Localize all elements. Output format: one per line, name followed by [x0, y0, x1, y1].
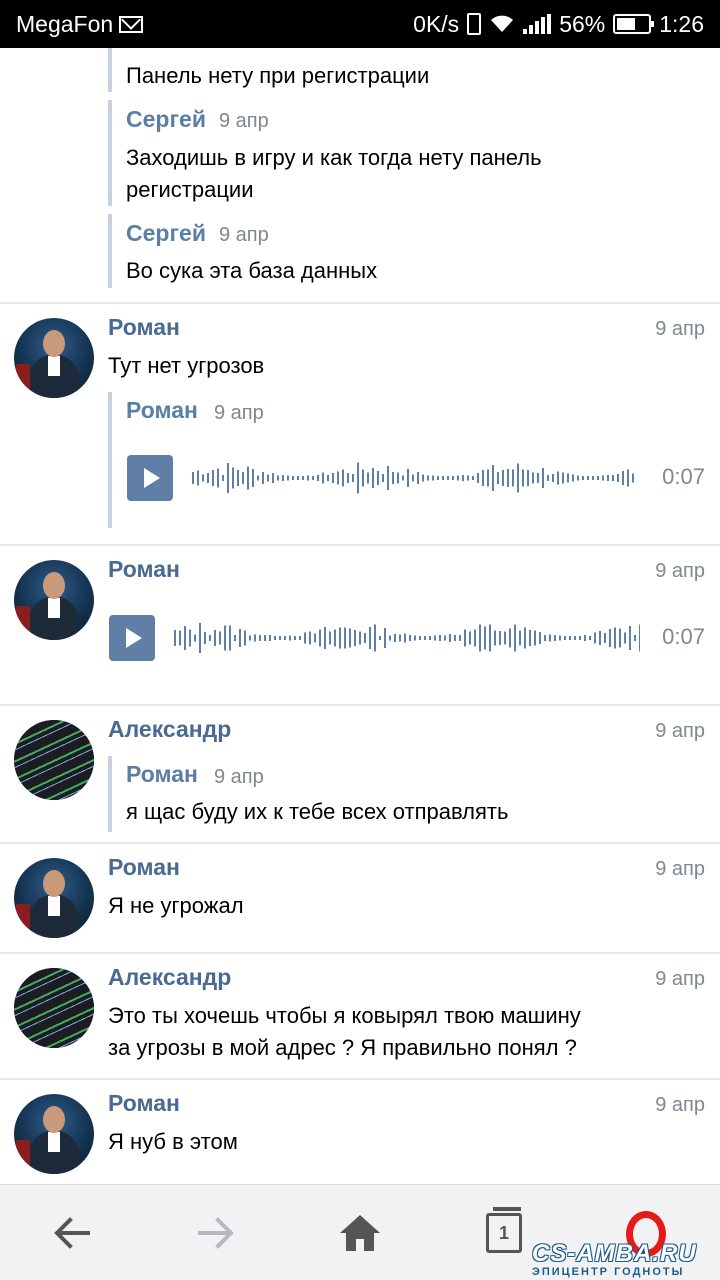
quote-text: Во сука эта база данных — [126, 258, 378, 283]
quote-bar — [108, 48, 112, 92]
divider — [0, 1078, 720, 1080]
audio-duration: 0:07 — [662, 624, 705, 649]
avatar[interactable] — [14, 720, 94, 800]
play-button[interactable] — [127, 455, 173, 501]
home-icon[interactable] — [336, 1209, 384, 1257]
clock: 1:26 — [659, 10, 704, 37]
avatar[interactable] — [14, 1094, 94, 1174]
post-date: 9 апр — [655, 720, 705, 742]
avatar[interactable] — [14, 318, 94, 398]
quote-text: регистрации — [126, 177, 254, 202]
quote-bar — [108, 214, 112, 288]
quote-author[interactable]: Сергей — [126, 220, 206, 247]
status-bar: MegaFon 0K/s 56% 1:26 — [0, 0, 720, 48]
quote-date: 9 апр — [219, 110, 269, 132]
quote-text: Заходишь в игру и как тогда нету панель — [126, 145, 542, 170]
comments-feed[interactable]: Панель нету при регистрации Сергей 9 апр… — [0, 48, 720, 1184]
battery-percent: 56% — [559, 10, 606, 37]
avatar[interactable] — [14, 858, 94, 938]
net-speed: 0K/s — [413, 10, 460, 37]
watermark-logo: CS-AMBA.RU — [532, 1240, 697, 1267]
play-button[interactable] — [109, 615, 155, 661]
post-date: 9 апр — [655, 1094, 705, 1116]
post-author[interactable]: Роман — [108, 314, 180, 341]
post-author[interactable]: Роман — [108, 556, 180, 583]
quote-author[interactable]: Сергей — [126, 106, 206, 133]
divider — [0, 842, 720, 844]
watermark-tagline: ЭПИЦЕНТР ГОДНОТЫ — [532, 1266, 685, 1278]
back-arrow-icon[interactable] — [48, 1209, 96, 1257]
vibrate-icon — [467, 13, 482, 35]
audio-duration: 0:07 — [662, 464, 705, 489]
quote-date: 9 апр — [214, 402, 264, 424]
wifi-icon — [491, 15, 514, 32]
post-author[interactable]: Роман — [108, 1090, 180, 1117]
tabs-icon[interactable]: 1 — [486, 1207, 522, 1253]
quote-text: я щас буду их к тебе всех отправлять — [126, 799, 509, 824]
post-text: за угрозы в мой адрес ? Я правильно поня… — [108, 1035, 577, 1060]
post-date: 9 апр — [655, 318, 705, 340]
quote-author[interactable]: Роман — [126, 761, 198, 788]
post-text: Тут нет угрозов — [108, 353, 265, 378]
avatar[interactable] — [14, 560, 94, 640]
quote-date: 9 апр — [214, 766, 264, 788]
post-author[interactable]: Александр — [108, 716, 231, 743]
post-author[interactable]: Роман — [108, 854, 180, 881]
divider — [0, 544, 720, 546]
mail-icon — [119, 15, 144, 33]
audio-waveform[interactable] — [172, 615, 640, 661]
divider — [0, 302, 720, 304]
post-date: 9 апр — [655, 968, 705, 990]
quote-text: Панель нету при регистрации — [126, 63, 430, 88]
signal-icon — [523, 14, 552, 34]
audio-waveform[interactable] — [190, 455, 635, 501]
battery-icon — [613, 14, 655, 34]
quote-bar — [108, 100, 112, 206]
watermark: CS-AMBA.RU ЭПИЦЕНТР ГОДНОТЫ — [532, 1240, 720, 1280]
avatar[interactable] — [14, 968, 94, 1048]
post-date: 9 апр — [655, 560, 705, 582]
quote-bar — [108, 392, 112, 528]
quote-date: 9 апр — [219, 224, 269, 246]
divider — [0, 704, 720, 706]
quote-author[interactable]: Роман — [126, 397, 198, 424]
quote-bar — [108, 756, 112, 832]
post-text: Я не угрожал — [108, 893, 244, 918]
carrier-label: MegaFon — [16, 10, 114, 37]
post-author[interactable]: Александр — [108, 964, 231, 991]
post-date: 9 апр — [655, 858, 705, 880]
forward-arrow-icon[interactable] — [192, 1209, 240, 1257]
post-text: Это ты хочешь чтобы я ковырял твою машин… — [108, 1003, 581, 1028]
divider — [0, 952, 720, 954]
post-text: Я нуб в этом — [108, 1129, 238, 1154]
